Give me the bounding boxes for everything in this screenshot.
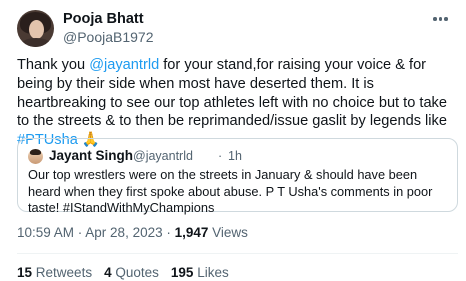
- author-handle[interactable]: @PoojaB1972: [63, 29, 154, 45]
- retweets-count: 15: [17, 265, 33, 280]
- views-count: 1,947: [174, 225, 209, 240]
- likes-label: Likes: [197, 265, 229, 280]
- quoted-text: Our top wrestlers were on the streets in…: [28, 167, 433, 215]
- tweet-meta: 10:59 AM · Apr 28, 2023 · 1,947 Views: [17, 225, 248, 240]
- tweet-text: Thank you @jayantrld for your stand,for …: [17, 56, 457, 150]
- author-avatar[interactable]: [17, 10, 54, 47]
- author-name[interactable]: Pooja Bhatt: [63, 11, 144, 27]
- quoted-author-handle: @jayantrld: [133, 149, 193, 163]
- tweet-card: Pooja Bhatt @PoojaB1972 Thank you @jayan…: [0, 0, 466, 281]
- quoted-author-name: Jayant Singh: [49, 148, 134, 163]
- quoted-author-avatar: [28, 149, 43, 164]
- quotes-stat[interactable]: 4 Quotes: [104, 265, 159, 280]
- tweet-text-part: Thank you: [17, 57, 90, 73]
- engagement-stats: 15 Retweets 4 Quotes 195 Likes: [17, 265, 229, 280]
- divider: [17, 253, 458, 254]
- likes-count: 195: [170, 265, 194, 280]
- views-label: Views: [208, 225, 248, 240]
- quoted-tweet[interactable]: Jayant Singh @jayantrld · 1h Our top wre…: [17, 138, 458, 215]
- mention-link[interactable]: @jayantrld: [89, 57, 159, 73]
- quotes-count: 4: [104, 265, 112, 280]
- more-options-icon[interactable]: [433, 14, 451, 24]
- quotes-label: Quotes: [115, 265, 159, 280]
- quoted-time[interactable]: 1h: [228, 149, 242, 163]
- quoted-separator: ·: [218, 149, 223, 163]
- retweets-stat[interactable]: 15 Retweets: [17, 265, 92, 280]
- likes-stat[interactable]: 195 Likes: [171, 265, 229, 280]
- retweets-label: Retweets: [35, 265, 93, 280]
- tweet-timestamp[interactable]: 10:59 AM · Apr 28, 2023 ·: [17, 225, 175, 240]
